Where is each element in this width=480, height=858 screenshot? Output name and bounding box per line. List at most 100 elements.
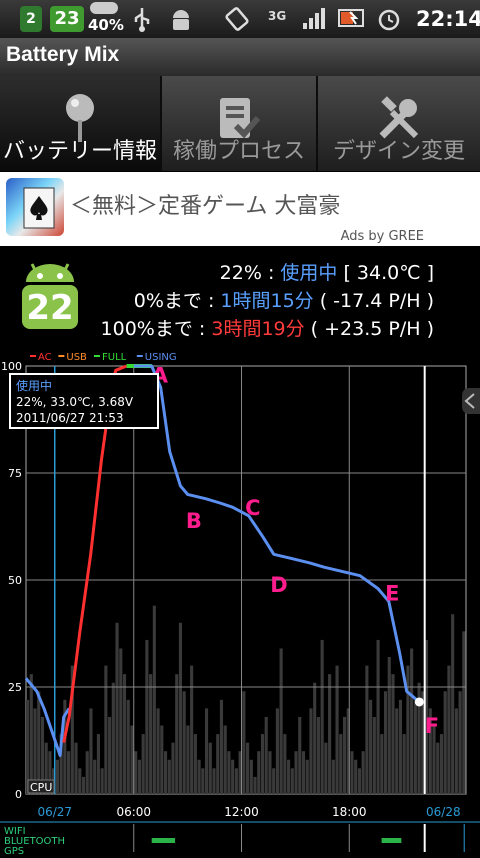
app-update-badge-icon[interactable]: 23 [50,6,84,32]
cpu-usage-bar [141,734,145,794]
cpu-usage-bar [387,657,391,794]
cpu-usage-bar [380,734,384,794]
y-tick-label: 100 [1,360,22,373]
cpu-usage-bar [264,716,268,794]
battery-status-separator: : [267,262,275,284]
cpu-usage-bar [354,759,358,794]
notification-badge-icon[interactable]: 2 [20,6,42,32]
track-label-gps: GPS [4,846,24,854]
tooltip-line-1: 使用中 [16,378,52,393]
battery-percent: 22% [219,262,262,284]
cpu-usage-bar [436,742,440,794]
tab-battery-info[interactable]: バッテリー情報 [0,76,162,171]
tab-battery-info-label: バッテリー情報 [2,139,157,164]
cpu-usage-bar [283,734,287,794]
cpu-usage-bar [134,751,138,794]
status-bar: 2 23 40% 3G 22:14 [0,0,480,38]
cpu-usage-bar [137,759,141,794]
cpu-usage-bar [395,708,399,794]
cpu-usage-bar [443,691,447,794]
time-to-full-value: 3時間19分 [211,318,305,340]
cpu-usage-bar [197,759,201,794]
cpu-usage-bar [246,742,250,794]
signal-strength-icon [302,6,328,35]
cpu-usage-bar [100,768,104,794]
cpu-usage-bar [454,708,458,794]
cpu-usage-bar [439,734,444,794]
cpu-usage-bar [219,699,224,794]
app-title: Battery Mix [6,43,120,66]
cpu-usage-bar [152,605,156,794]
tab-design-change[interactable]: デザイン変更 [318,76,480,171]
cpu-usage-bar [320,639,324,794]
battery-history-chart[interactable]: 0 25 50 75 100 06/27 06:00 12:00 18:00 06/28 CPU A B… [0,352,480,857]
cpu-usage-bar [305,759,309,794]
cpu-usage-bar [257,751,261,794]
battery-temperature: [ 34.0℃ ] [343,262,434,284]
cpu-usage-bar [163,751,168,794]
cpu-usage-bar [167,759,171,794]
y-tick-label: 75 [8,467,22,480]
cpu-usage-bar [111,682,115,794]
cpu-usage-bar [85,751,89,794]
cpu-usage-bar [462,631,466,794]
cpu-usage-bar [178,622,183,794]
cpu-usage-bar [227,751,231,794]
cpu-usage-bar [115,622,119,794]
cpu-usage-bar [190,665,194,794]
cpu-usage-bar [104,665,108,794]
cpu-usage-bar [413,699,417,794]
cpu-usage-bar [96,734,100,794]
time-to-full-label: 100%まで [100,318,193,340]
tab-running-processes-label: 稼働プロセス [172,139,305,164]
ad-attribution: Ads by GREE [340,229,424,244]
battery-status-row: 22% : 使用中 [ 34.0℃ ] [220,258,434,285]
current-level-point[interactable] [414,697,424,707]
cpu-usage-bar [81,776,86,794]
time-to-empty-value: 1時間15分 [220,290,314,312]
cpu-usage-bar [231,759,235,794]
network-type-text: 3G [268,9,287,23]
annotation-label-f: F [425,714,439,738]
cpu-usage-bar [335,665,339,794]
track-span-bluetooth [151,838,176,843]
cpu-usage-bar [369,699,373,794]
cpu-usage-bar [249,759,253,794]
cpu-usage-bar [301,751,306,794]
cpu-usage-bar [365,665,369,794]
cpu-usage-bar [37,691,41,794]
x-tick-label: 12:00 [224,805,259,819]
cpu-usage-bar [89,708,93,794]
tab-running-processes[interactable]: 稼働プロセス [162,76,318,171]
cpu-usage-bar [410,648,414,794]
cpu-usage-bar [398,699,403,794]
cpu-usage-bar [339,734,343,794]
cpu-usage-bar [74,742,78,794]
cpu-usage-bar [29,674,33,794]
cpu-usage-bar [458,691,462,794]
cpu-usage-bar [149,674,153,794]
cpu-usage-bar [383,691,388,794]
time-to-empty-label: 0%まで [133,290,202,312]
y-tick-label: 0 [15,788,22,801]
cpu-usage-bar [119,648,123,794]
cpu-usage-bar [78,768,82,794]
legend-item-full: FULL [102,352,127,363]
legend-item-ac: AC [38,352,52,363]
battery-charge-icon [338,6,366,35]
cpu-usage-bar [67,751,71,794]
time-to-empty-separator: : [207,290,215,312]
ad-banner[interactable]: ＜無料＞定番ゲーム 大富豪 Ads by GREE [0,172,480,246]
cpu-usage-bar [447,665,451,794]
tooltip-line-2: 22%, 33.0℃, 3.68V [16,395,134,409]
cpu-usage-bar [357,768,361,794]
cpu-usage-bar [126,699,130,794]
cpu-usage-bar [216,734,220,794]
cpu-usage-bar [294,751,298,794]
cpu-usage-bar [171,742,175,794]
cpu-usage-bar [186,725,190,794]
annotation-label-c: C [245,496,260,520]
app-title-bar: Battery Mix [0,38,480,77]
battery-history-svg[interactable]: 025507510006/27 06:00 12:00 18:00 06/28CPUAB… [0,352,480,857]
cpu-usage-bar [287,759,291,794]
